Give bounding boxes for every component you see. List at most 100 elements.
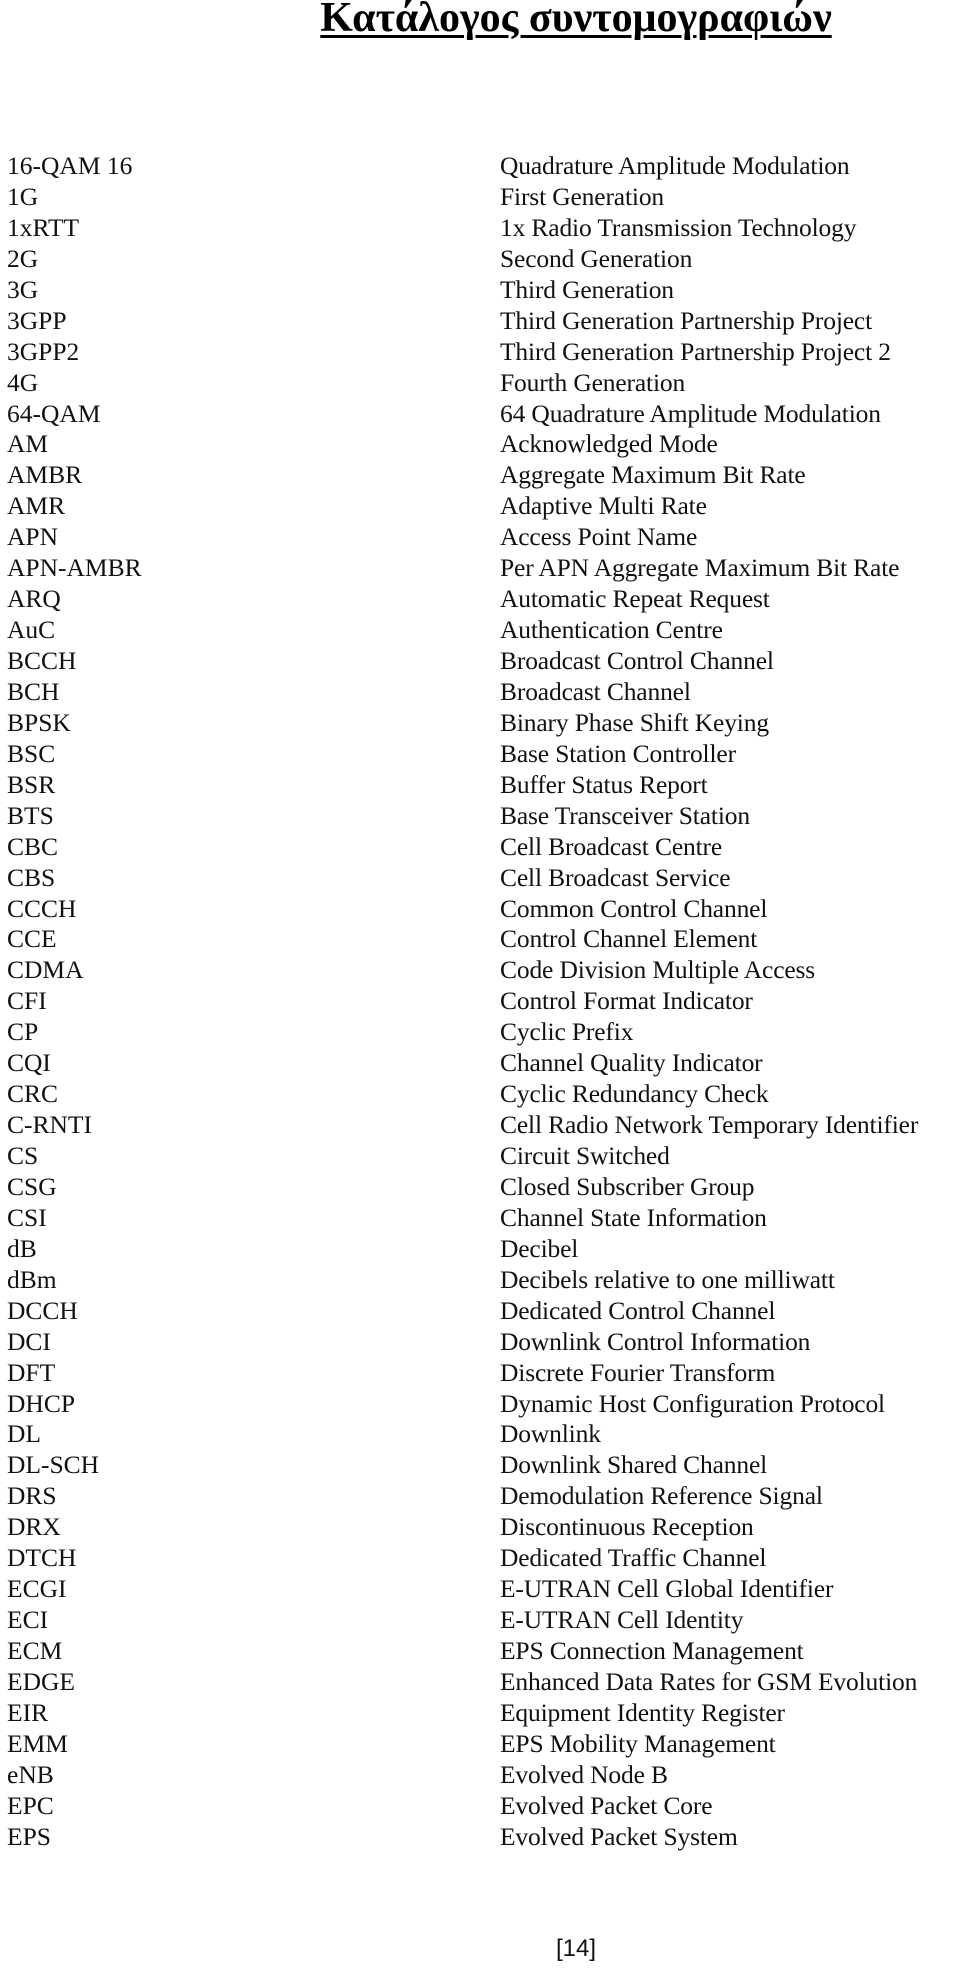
abbreviation-term: DTCH (7, 1543, 77, 1573)
abbreviation-term: dBm (7, 1264, 57, 1294)
abbreviation-definition: Downlink Shared Channel (500, 1450, 768, 1480)
abbreviation-definition: Circuit Switched (500, 1141, 670, 1170)
abbreviation-term: DHCP (7, 1388, 76, 1418)
abbreviation-term: CCE (7, 924, 57, 954)
abbreviation-term: CS (7, 1141, 39, 1170)
abbreviation-row: CP Cyclic Prefix (0, 1017, 960, 1048)
abbreviation-term: 1xRTT (7, 212, 80, 242)
abbreviation-row: 1xRTT 1x Radio Transmission Technology (0, 213, 960, 244)
abbreviation-definition: Discontinuous Reception (500, 1512, 754, 1542)
abbreviation-row: AuC Authentication Centre (0, 615, 960, 646)
abbreviation-term: ECGI (7, 1574, 67, 1604)
abbreviation-row: CS Circuit Switched (0, 1141, 960, 1172)
abbreviation-definition: Base Station Controller (500, 738, 736, 768)
abbreviation-term: AMBR (7, 460, 83, 490)
abbreviation-term: 3G (7, 274, 39, 304)
abbreviation-definition: Evolved Node B (500, 1759, 668, 1789)
abbreviation-definition: Common Control Channel (500, 893, 768, 923)
abbreviation-term: BPSK (7, 707, 71, 737)
abbreviation-term: ECM (7, 1636, 63, 1665)
abbreviation-definition: Channel Quality Indicator (500, 1048, 763, 1078)
abbreviation-definition: Base Transceiver Station (500, 800, 750, 830)
abbreviation-term: CBC (7, 831, 59, 861)
abbreviation-row: DHCP Dynamic Host Configuration Protocol (0, 1389, 960, 1420)
abbreviation-row: 4G Fourth Generation (0, 368, 960, 399)
abbreviation-term: EMM (7, 1728, 68, 1758)
abbreviation-definition: Cell Broadcast Centre (500, 831, 723, 861)
abbreviation-definition: Fourth Generation (500, 367, 686, 397)
abbreviation-row: CBC Cell Broadcast Centre (0, 832, 960, 863)
abbreviation-definition: Buffer Status Report (500, 769, 708, 799)
abbreviation-term: 3GPP2 (7, 336, 80, 366)
abbreviation-row: AMBR Aggregate Maximum Bit Rate (0, 460, 960, 491)
abbreviation-term: ARQ (7, 584, 61, 614)
abbreviation-term: CSG (7, 1171, 57, 1201)
abbreviation-row: DFT Discrete Fourier Transform (0, 1358, 960, 1389)
abbreviation-row: DL Downlink (0, 1419, 960, 1450)
abbreviation-definition: Dedicated Control Channel (500, 1295, 776, 1325)
abbreviation-term: AuC (7, 615, 56, 645)
abbreviation-definition: Authentication Centre (500, 615, 723, 645)
abbreviation-definition: Dynamic Host Configuration Protocol (500, 1388, 885, 1418)
abbreviation-definition: EPS Mobility Management (500, 1728, 776, 1758)
abbreviation-term: 2G (7, 243, 39, 273)
abbreviation-row: ARQ Automatic Repeat Request (0, 584, 960, 615)
abbreviation-definition: Cyclic Prefix (500, 1017, 634, 1047)
abbreviation-definition: EPS Connection Management (500, 1636, 804, 1665)
abbreviation-row: CDMA Code Division Multiple Access (0, 955, 960, 986)
abbreviation-row: 2G Second Generation (0, 244, 960, 275)
abbreviation-term: 64-QAM (7, 398, 101, 428)
abbreviation-row: eNB Evolved Node B (0, 1760, 960, 1791)
abbreviation-row: 64-QAM 64 Quadrature Amplitude Modulation (0, 399, 960, 430)
abbreviation-definition: Equipment Identity Register (500, 1697, 785, 1727)
abbreviation-row: dBm Decibels relative to one milliwatt (0, 1265, 960, 1296)
abbreviation-row: BTS Base Transceiver Station (0, 801, 960, 832)
abbreviation-term: DL (7, 1419, 41, 1449)
abbreviation-term: CRC (7, 1079, 59, 1109)
abbreviation-definition: Access Point Name (500, 522, 698, 552)
abbreviation-term: EPS (7, 1821, 51, 1851)
abbreviation-row: 3GPP Third Generation Partnership Project (0, 306, 960, 337)
abbreviation-term: C-RNTI (7, 1110, 92, 1140)
abbreviation-term: EPC (7, 1790, 54, 1820)
abbreviation-row: EPC Evolved Packet Core (0, 1791, 960, 1822)
abbreviation-term: BCCH (7, 646, 77, 675)
abbreviation-definition: Evolved Packet Core (500, 1790, 713, 1820)
abbreviation-term: APN-AMBR (7, 553, 142, 583)
abbreviation-row: CBS Cell Broadcast Service (0, 863, 960, 894)
abbreviation-row: CCE Control Channel Element (0, 924, 960, 955)
abbreviation-definition: Code Division Multiple Access (500, 955, 816, 985)
abbreviation-row: DL-SCH Downlink Shared Channel (0, 1450, 960, 1481)
abbreviation-term: EIR (7, 1697, 49, 1727)
abbreviation-row: dB Decibel (0, 1234, 960, 1265)
abbreviation-row: APN-AMBR Per APN Aggregate Maximum Bit Ra… (0, 553, 960, 584)
abbreviation-definition: Enhanced Data Rates for GSM Evolution (500, 1666, 918, 1696)
abbreviation-row: BSR Buffer Status Report (0, 770, 960, 801)
abbreviation-row: BSC Base Station Controller (0, 739, 960, 770)
abbreviation-row: CFI Control Format Indicator (0, 986, 960, 1017)
page-title: Κατάλογος συντομογραφιών (0, 0, 960, 39)
abbreviation-row: EMM EPS Mobility Management (0, 1729, 960, 1760)
abbreviation-definition: Quadrature Amplitude Modulation (500, 151, 850, 180)
abbreviation-row: DRX Discontinuous Reception (0, 1512, 960, 1543)
abbreviation-definition: Automatic Repeat Request (500, 584, 770, 614)
abbreviation-term: 16-QAM 16 (7, 151, 133, 180)
abbreviation-term: CSI (7, 1202, 47, 1232)
abbreviation-definition: Decibel (500, 1233, 579, 1263)
abbreviation-term: BCH (7, 676, 60, 706)
abbreviation-row: 3G Third Generation (0, 275, 960, 306)
abbreviation-row: EIR Equipment Identity Register (0, 1698, 960, 1729)
abbreviation-definition: Closed Subscriber Group (500, 1171, 755, 1201)
abbreviation-row: EPS Evolved Packet System (0, 1822, 960, 1853)
abbreviation-definition: Downlink (500, 1419, 601, 1449)
abbreviation-definition: Third Generation Partnership Project (500, 305, 873, 335)
abbreviation-term: CP (7, 1017, 39, 1047)
abbreviation-term: DRX (7, 1512, 61, 1542)
abbreviation-row: DRS Demodulation Reference Signal (0, 1481, 960, 1512)
abbreviation-term: DRS (7, 1481, 57, 1511)
abbreviation-definition: Demodulation Reference Signal (500, 1481, 823, 1511)
abbreviation-definition: Discrete Fourier Transform (500, 1357, 776, 1387)
abbreviation-row: 16-QAM 16 Quadrature Amplitude Modulation (0, 151, 960, 182)
abbreviation-definition: Decibels relative to one milliwatt (500, 1264, 835, 1294)
abbreviation-term: BSR (7, 769, 56, 799)
